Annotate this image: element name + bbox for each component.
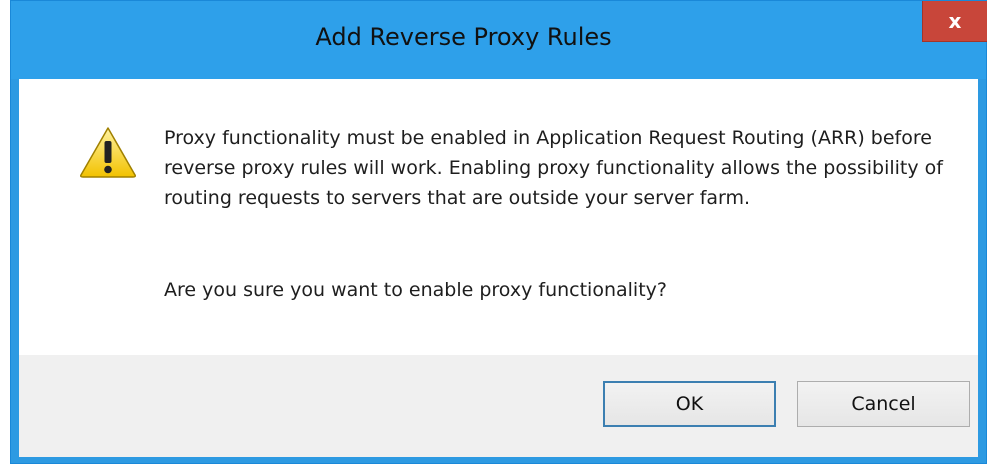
add-reverse-proxy-rules-dialog: Add Reverse Proxy Rules x Proxy function… <box>10 0 987 464</box>
warning-message: Proxy functionality must be enabled in A… <box>164 127 943 209</box>
dialog-titlebar[interactable]: Add Reverse Proxy Rules <box>11 1 986 79</box>
cancel-button[interactable]: Cancel <box>797 381 970 427</box>
warning-icon <box>80 127 136 178</box>
dialog-title: Add Reverse Proxy Rules <box>315 23 612 51</box>
dialog-content: Proxy functionality must be enabled in A… <box>19 79 978 355</box>
ok-button[interactable]: OK <box>603 381 776 427</box>
dialog-footer: OK Cancel <box>19 355 978 457</box>
close-button[interactable]: x <box>922 1 987 42</box>
confirmation-question: Are you sure you want to enable proxy fu… <box>164 279 667 301</box>
background-edge <box>0 0 10 464</box>
